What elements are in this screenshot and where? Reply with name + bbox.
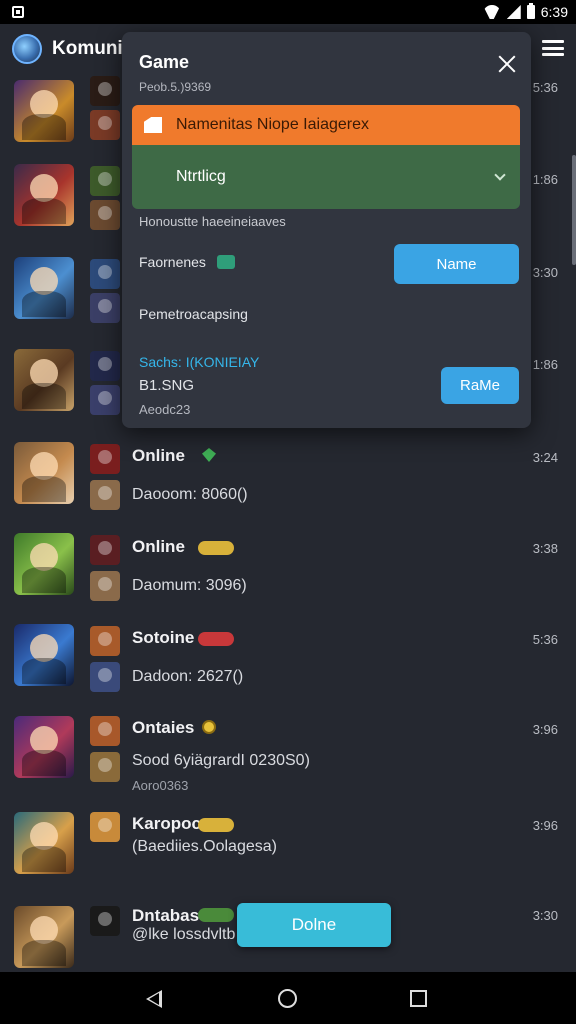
game-thumb (90, 110, 120, 140)
game-avatar (14, 624, 74, 686)
row-time: 1:86 (532, 172, 558, 187)
game-thumb (90, 716, 120, 746)
game-avatar (14, 716, 74, 778)
status-bar: 6:39 (0, 0, 576, 24)
game-avatar (14, 906, 74, 968)
game-thumb (90, 259, 120, 289)
row-name: Dntabas (132, 906, 200, 925)
dialog-line: Pemetroacapsing (139, 306, 248, 322)
game-thumb (90, 444, 120, 474)
game-thumb (90, 535, 120, 565)
game-thumb (90, 906, 120, 936)
row-time: 1:86 (532, 357, 558, 372)
wifi-icon (483, 5, 501, 19)
status-badge (198, 818, 234, 832)
dialog-line: Honoustte haeeineiaaves (139, 214, 286, 229)
green-dropdown[interactable]: Ntrtlicg (132, 145, 520, 209)
nav-bar (0, 972, 576, 1024)
game-thumb (90, 293, 120, 323)
dialog-subtitle: Peob.5.)9369 (139, 80, 212, 94)
game-thumb (90, 200, 120, 230)
game-thumb (90, 812, 120, 842)
row-name: Karopoc (132, 814, 201, 833)
row-name: Ontaies (132, 718, 195, 737)
list-item[interactable]: Online Daooom: 8060() 3:24 (0, 440, 576, 530)
game-avatar (14, 164, 74, 226)
row-name: Online (132, 537, 185, 556)
row-subtitle: (Baediies.Oolagesa) (132, 838, 277, 855)
row-time: 3:30 (532, 908, 558, 923)
row-time: 3:96 (532, 722, 558, 737)
row-time: 5:36 (532, 80, 558, 95)
battery-icon (526, 3, 535, 19)
row-subtitle: Daomum: 3096) (132, 577, 247, 594)
dialog-amount: B1.SNG (139, 377, 195, 394)
game-avatar (14, 349, 74, 411)
gem-icon (202, 448, 216, 462)
row-subtitle: @lke lossdvltb (132, 926, 236, 943)
game-thumb (90, 752, 120, 782)
tag-icon (144, 117, 162, 133)
scrollbar[interactable] (572, 155, 576, 265)
row-time: 3:38 (532, 541, 558, 556)
game-avatar (14, 533, 74, 595)
row-time: 3:30 (532, 265, 558, 280)
status-badge (198, 541, 234, 555)
close-icon[interactable] (497, 54, 517, 74)
game-thumb (90, 76, 120, 106)
signal-icon (506, 5, 521, 19)
dialog-title: Game (139, 52, 190, 72)
row-time: 3:24 (532, 450, 558, 465)
badge-icon (217, 255, 235, 269)
game-avatar (14, 812, 74, 874)
rame-button[interactable]: RaMe (441, 367, 519, 404)
app-logo[interactable] (12, 34, 42, 64)
home-icon[interactable] (278, 989, 297, 1008)
list-item[interactable]: Online Daomum: 3096) 3:38 (0, 531, 576, 621)
row-name: Online (132, 446, 185, 465)
game-thumb (90, 385, 120, 415)
list-item[interactable]: Karopoc (Baediies.Oolagesa) 3:96 (0, 808, 576, 898)
status-badge (198, 908, 234, 922)
dialog-code: Aeodc23 (139, 402, 191, 417)
row-time: 3:96 (532, 818, 558, 833)
orange-banner-text: Namenitas Niope Iaiagerex (176, 116, 369, 133)
row-subtitle: Daooom: 8060() (132, 486, 248, 503)
recent-apps-icon[interactable] (410, 990, 427, 1007)
row-subtitle: Sood 6yiägrardI 0230S0) (132, 752, 310, 769)
row-detail: Aoro0363 (132, 778, 189, 793)
game-dialog: Game Peob.5.)9369 Namenitas Niope Iaiage… (122, 32, 531, 428)
game-thumb (90, 571, 120, 601)
row-subtitle: Dadoon: 2627() (132, 668, 244, 685)
dialog-row-label: Faornenes (139, 254, 206, 270)
name-button[interactable]: Name (394, 244, 519, 284)
game-avatar (14, 80, 74, 142)
row-time: 5:36 (532, 632, 558, 647)
list-item[interactable]: Ontaies Sood 6yiägrardI 0230S0) Aoro0363… (0, 712, 576, 802)
list-item[interactable]: Sotoine Dadoon: 2627() 5:36 (0, 622, 576, 712)
game-avatar (14, 442, 74, 504)
game-thumb (90, 166, 120, 196)
done-button[interactable]: Dolne (237, 903, 391, 947)
hamburger-menu-icon[interactable] (542, 40, 564, 56)
row-name: Sotoine (132, 628, 195, 647)
status-badge (198, 632, 234, 646)
back-icon[interactable] (146, 990, 162, 1008)
game-thumb (90, 626, 120, 656)
game-avatar (14, 257, 74, 319)
notification-icon (12, 6, 24, 18)
game-thumb (90, 351, 120, 381)
game-thumb (90, 480, 120, 510)
status-time: 6:39 (540, 4, 568, 20)
coin-icon (202, 720, 216, 734)
green-dropdown-value: Ntrtlicg (176, 168, 226, 185)
chevron-down-icon (494, 169, 506, 181)
game-thumb (90, 662, 120, 692)
dialog-highlight: Sachs: I(KONIEIAY (139, 354, 260, 370)
app-title: Komunit (52, 38, 130, 59)
orange-banner[interactable]: Namenitas Niope Iaiagerex (132, 105, 520, 145)
